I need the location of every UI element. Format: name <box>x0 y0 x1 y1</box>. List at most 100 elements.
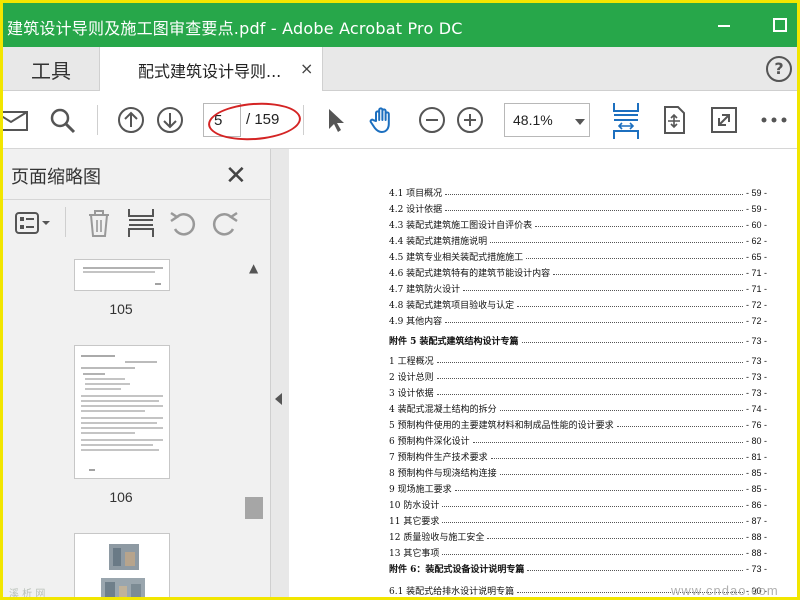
toc-entry[interactable]: 13 其它事项 - 88 - <box>389 545 767 560</box>
toc-entry-label: 5 预制构件使用的主要建筑材料和制成品性能的设计要求 <box>389 421 614 431</box>
panel-separator <box>65 207 66 237</box>
tab-document-label: 配式建筑设计导则... <box>138 62 282 81</box>
watermark-left: 溪 析 网 <box>9 589 46 600</box>
toc-entry[interactable]: 4.7 建筑防火设计 - 71 - <box>389 281 767 296</box>
thumbnail-scrollbar[interactable]: ▲ <box>245 255 265 597</box>
toc-entry-page: - 71 - <box>745 267 767 278</box>
toc-leader-dots <box>472 442 743 443</box>
thumbnail-photos <box>101 544 145 597</box>
toc-entry-page: - 65 - <box>745 251 767 262</box>
toolbar-separator <box>97 105 98 135</box>
help-icon[interactable]: ? <box>766 56 792 82</box>
toc-leader-dots <box>499 410 743 411</box>
thumbnail-text-lines <box>83 267 163 285</box>
toc-entry-label: 4.8 装配式建筑项目验收与认定 <box>389 301 515 311</box>
toc-entry[interactable]: 4.6 装配式建筑特有的建筑节能设计内容 - 71 - <box>389 265 767 280</box>
next-page-icon[interactable] <box>155 105 185 135</box>
toc-leader-dots <box>436 378 743 379</box>
hand-tool-icon[interactable] <box>367 105 397 135</box>
email-icon[interactable] <box>3 105 33 135</box>
thumbnail-page-number: 105 <box>109 301 133 317</box>
toc-entry[interactable]: 4.9 其他内容 - 72 - <box>389 313 767 328</box>
toc-entry-page: - 73 - <box>745 335 767 346</box>
toc-entry[interactable]: 12 质量验收与施工安全 - 88 - <box>389 529 767 544</box>
document-view: 4.1 项目概况 - 59 - 4.2 设计依据 - 59 - 4.3 装配式建筑施工图… <box>289 149 797 597</box>
toc-leader-dots <box>521 342 743 343</box>
tab-bar: 工具 配式建筑设计导则... × ? <box>3 47 797 91</box>
zoom-dropdown[interactable]: 48.1% <box>504 103 590 137</box>
toc-entry-label: 4 装配式混凝土结构的拆分 <box>389 405 497 415</box>
toc-entry-page: - 71 - <box>745 283 767 294</box>
maximize-button[interactable] <box>768 13 790 35</box>
toc-entry-label: 3 设计依据 <box>389 389 434 399</box>
toc-entry[interactable]: 10 防水设计 - 86 - <box>389 497 767 512</box>
toc-entry-label: 附件 6：装配式设备设计说明专篇 <box>389 565 525 575</box>
tab-tools[interactable]: 工具 <box>3 47 99 91</box>
toc-entry[interactable]: 4.4 装配式建筑措施说明 - 62 - <box>389 233 767 248</box>
toc-entry[interactable]: 2 设计总则 - 73 - <box>389 369 767 384</box>
tab-close-icon[interactable]: × <box>300 59 313 78</box>
thumbnail-list: 105 106 <box>3 255 243 597</box>
toc-entry[interactable]: 6 预制构件深化设计 - 80 - <box>389 433 767 448</box>
full-screen-icon[interactable] <box>709 105 739 135</box>
toc-entry[interactable]: 8 预制构件与现浇结构连接 - 85 - <box>389 465 767 480</box>
undo-icon[interactable] <box>167 207 199 239</box>
panel-title: 页面缩略图 <box>11 167 101 188</box>
toc-entry[interactable]: 4.1 项目概况 - 59 - <box>389 185 767 200</box>
insert-pages-icon[interactable] <box>125 207 157 239</box>
toc-entry-page: - 88 - <box>745 531 767 542</box>
toc-entry[interactable]: 4.3 装配式建筑施工图设计自评价表 - 60 - <box>389 217 767 232</box>
toc-entry[interactable]: 4 装配式混凝土结构的拆分 - 74 - <box>389 401 767 416</box>
toc-entry-label: 4.9 其他内容 <box>389 317 443 327</box>
toc-entry[interactable]: 4.5 建筑专业相关装配式措施施工 - 65 - <box>389 249 767 264</box>
zoom-out-icon[interactable] <box>417 105 447 135</box>
toolbar-separator <box>303 105 304 135</box>
toc-entry-label: 7 预制构件生产技术要求 <box>389 453 488 463</box>
toc-leader-dots <box>526 258 743 259</box>
toc-entry-page: - 81 - <box>745 451 767 462</box>
toc-entry-label: 2 设计总则 <box>389 373 434 383</box>
previous-page-icon[interactable] <box>116 105 146 135</box>
watermark-right: www.cndao.com <box>671 583 779 598</box>
toc-leader-dots <box>527 570 743 571</box>
more-options-icon[interactable] <box>759 105 789 135</box>
toc-entry-page: - 72 - <box>745 315 767 326</box>
scroll-up-icon[interactable]: ▲ <box>249 261 258 275</box>
page-thumbnail[interactable] <box>74 259 170 291</box>
toc-entry[interactable]: 11 其它要求 - 87 - <box>389 513 767 528</box>
scrollbar-thumb[interactable] <box>245 497 263 519</box>
toc-entry-page: - 85 - <box>745 467 767 478</box>
toc-entry[interactable]: 9 现场施工要求 - 85 - <box>389 481 767 496</box>
toc-leader-dots <box>487 538 743 539</box>
toc-entry-label: 附件 5 装配式建筑结构设计专篇 <box>389 337 519 347</box>
toc-entry[interactable]: 5 预制构件使用的主要建筑材料和制成品性能的设计要求 - 76 - <box>389 417 767 432</box>
toolbar: / 159 48.1% <box>3 91 797 149</box>
toc-leader-dots <box>454 490 743 491</box>
thumbnail-text-lines <box>81 355 163 471</box>
toc-entry[interactable]: 1 工程概况 - 73 - <box>389 353 767 368</box>
thumbnail-options-icon[interactable] <box>15 207 55 239</box>
toc-entry[interactable]: 7 预制构件生产技术要求 - 81 - <box>389 449 767 464</box>
zoom-in-icon[interactable] <box>455 105 485 135</box>
fit-width-icon[interactable] <box>611 101 641 141</box>
page-thumbnail[interactable] <box>74 345 170 479</box>
panel-close-icon[interactable]: ✕ <box>225 161 247 191</box>
tab-document[interactable]: 配式建筑设计导则... × <box>99 47 323 91</box>
toc-entry[interactable]: 4.8 装配式建筑项目验收与认定 - 72 - <box>389 297 767 312</box>
toc-entry[interactable]: 附件 6：装配式设备设计说明专篇 - 73 - <box>389 561 767 576</box>
toc-entry[interactable]: 3 设计依据 - 73 - <box>389 385 767 400</box>
toc-entry-page: - 59 - <box>745 203 767 214</box>
search-icon[interactable] <box>47 105 77 135</box>
redo-icon[interactable] <box>209 207 241 239</box>
select-cursor-icon[interactable] <box>321 105 351 135</box>
toc-entry-label: 1 工程概况 <box>389 357 434 367</box>
toc-leader-dots <box>463 290 743 291</box>
minimize-button[interactable] <box>713 13 735 35</box>
toc-entry[interactable]: 4.2 设计依据 - 59 - <box>389 201 767 216</box>
trash-icon[interactable] <box>83 207 115 239</box>
collapse-panel-icon[interactable] <box>275 393 282 405</box>
toc-entry-page: - 74 - <box>745 403 767 414</box>
toc-entry[interactable]: 附件 5 装配式建筑结构设计专篇 - 73 - <box>389 333 767 348</box>
page-thumbnail[interactable] <box>74 533 170 597</box>
rotate-page-icon[interactable] <box>659 105 689 135</box>
